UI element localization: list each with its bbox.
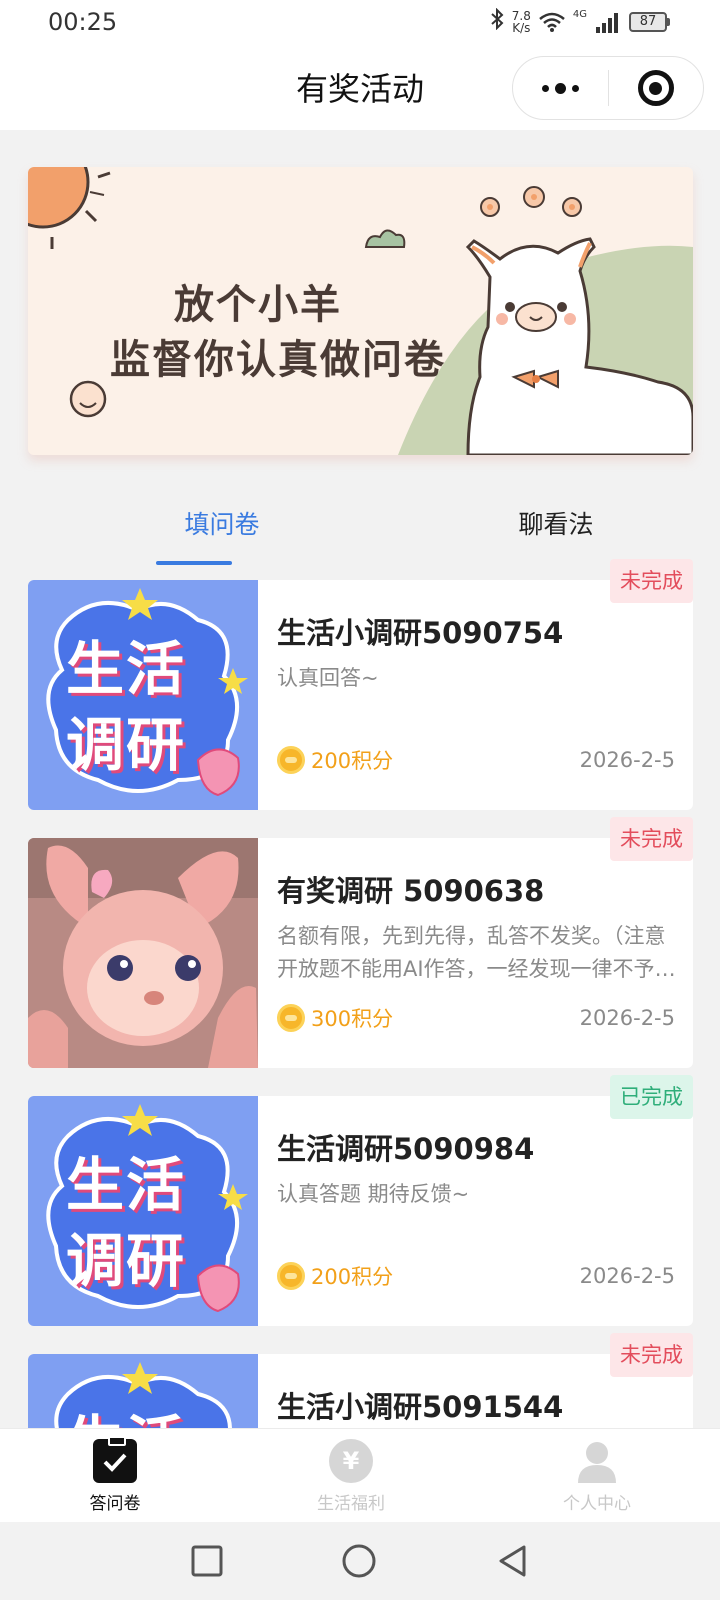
survey-thumbnail: 生活: [28, 1354, 258, 1428]
coin-icon: [277, 746, 305, 774]
nav-label: 答问卷: [89, 1494, 141, 1514]
mini-program-capsule: [512, 56, 704, 120]
user-icon: [575, 1439, 619, 1483]
survey-tabs: 填问卷 聊看法: [28, 500, 693, 566]
survey-description: 认真回答~: [277, 666, 379, 690]
signal-icon: [596, 13, 618, 33]
tab-fill-survey[interactable]: 填问卷: [122, 500, 322, 566]
banner-headline: 放个小羊: [174, 281, 342, 328]
nav-life-benefits[interactable]: ¥ 生活福利: [276, 1439, 426, 1514]
network-type: 4G: [572, 8, 587, 20]
survey-thumbnail: [28, 838, 258, 1068]
points-value: 200积分: [311, 749, 394, 773]
coin-icon: [277, 1004, 305, 1032]
thumbnail-text-1: 生活: [66, 1151, 187, 1219]
survey-description: 名额有限，先到先得，乱答不发奖。（注意开放题不能用AI作答，一经发现一律不予发奖…: [277, 924, 676, 981]
tab-discuss[interactable]: 聊看法: [456, 500, 656, 566]
banner-subheadline: 监督你认真做问卷: [110, 336, 446, 383]
survey-card[interactable]: 生活 调研 生活调研5090984 认真答题 期待反馈~ 200积分 2026-…: [28, 1096, 693, 1326]
survey-card[interactable]: 有奖调研 5090638 名额有限，先到先得，乱答不发奖。（注意开放题不能用AI…: [28, 838, 693, 1068]
back-icon[interactable]: [496, 1544, 530, 1578]
points-value: 200积分: [311, 1265, 394, 1289]
thumbnail-text-2: 调研: [66, 711, 187, 779]
wifi-icon: [539, 12, 565, 32]
navigation-header: 有奖活动: [0, 46, 720, 130]
survey-title: 生活小调研5091544: [277, 1390, 564, 1424]
more-button[interactable]: [513, 57, 608, 119]
status-badge: 已完成: [610, 1075, 693, 1119]
nav-answer-survey[interactable]: 答问卷: [40, 1436, 190, 1514]
nav-label: 个人中心: [563, 1494, 631, 1514]
battery-icon: 87: [629, 12, 670, 32]
more-dots-icon: [541, 84, 549, 92]
survey-points: 300积分: [277, 1003, 393, 1033]
survey-card[interactable]: 生活 生活小调研5091544: [28, 1354, 693, 1428]
status-icons: 7.8 K/s 4G 87: [490, 7, 670, 36]
survey-title: 生活小调研5090754: [277, 616, 564, 650]
home-icon[interactable]: [342, 1544, 376, 1578]
recent-apps-icon[interactable]: [190, 1544, 224, 1578]
survey-date: 2026-2-5: [579, 748, 675, 772]
target-icon: [637, 70, 674, 106]
battery-level: 87: [629, 12, 667, 32]
thumbnail-text-1: 生活: [66, 635, 187, 703]
survey-points: 200积分: [277, 745, 393, 775]
status-badge: 未完成: [610, 1333, 693, 1377]
clipboard-check-icon: [93, 1436, 137, 1483]
system-navigation-bar: [0, 1522, 720, 1600]
yen-coin-icon: ¥: [329, 1439, 373, 1483]
survey-card[interactable]: 生活 调研 生活小调研5090754 认真回答~ 200积分 2026-2-5: [28, 580, 693, 810]
network-speed-unit: K/s: [512, 21, 531, 35]
nav-label: 生活福利: [317, 1494, 385, 1514]
thumbnail-text-1: 生活: [66, 1396, 186, 1428]
survey-date: 2026-2-5: [579, 1264, 675, 1288]
close-button[interactable]: [609, 57, 704, 119]
network-speed: 7.8 K/s: [512, 10, 531, 34]
survey-points: 200积分: [277, 1261, 393, 1291]
nav-personal-center[interactable]: 个人中心: [522, 1439, 672, 1514]
status-time: 00:25: [48, 8, 118, 36]
coin-icon: [277, 1262, 305, 1290]
bottom-tab-bar: 答问卷 ¥ 生活福利 个人中心: [0, 1428, 720, 1522]
survey-thumbnail: 生活 调研: [28, 1096, 258, 1326]
survey-description: 认真答题 期待反馈~: [277, 1182, 470, 1206]
survey-date: 2026-2-5: [579, 1006, 675, 1030]
active-tab-indicator: [156, 561, 232, 565]
promo-banner[interactable]: 放个小羊 监督你认真做问卷: [28, 167, 693, 455]
points-value: 300积分: [311, 1007, 394, 1031]
survey-thumbnail: 生活 调研: [28, 580, 258, 810]
survey-title: 生活调研5090984: [277, 1132, 535, 1166]
status-badge: 未完成: [610, 817, 693, 861]
bluetooth-icon: [490, 7, 504, 36]
survey-title: 有奖调研 5090638: [277, 874, 545, 908]
status-bar: 00:25 7.8 K/s 4G 87: [0, 0, 720, 46]
status-badge: 未完成: [610, 559, 693, 603]
thumbnail-text-2: 调研: [66, 1227, 187, 1295]
